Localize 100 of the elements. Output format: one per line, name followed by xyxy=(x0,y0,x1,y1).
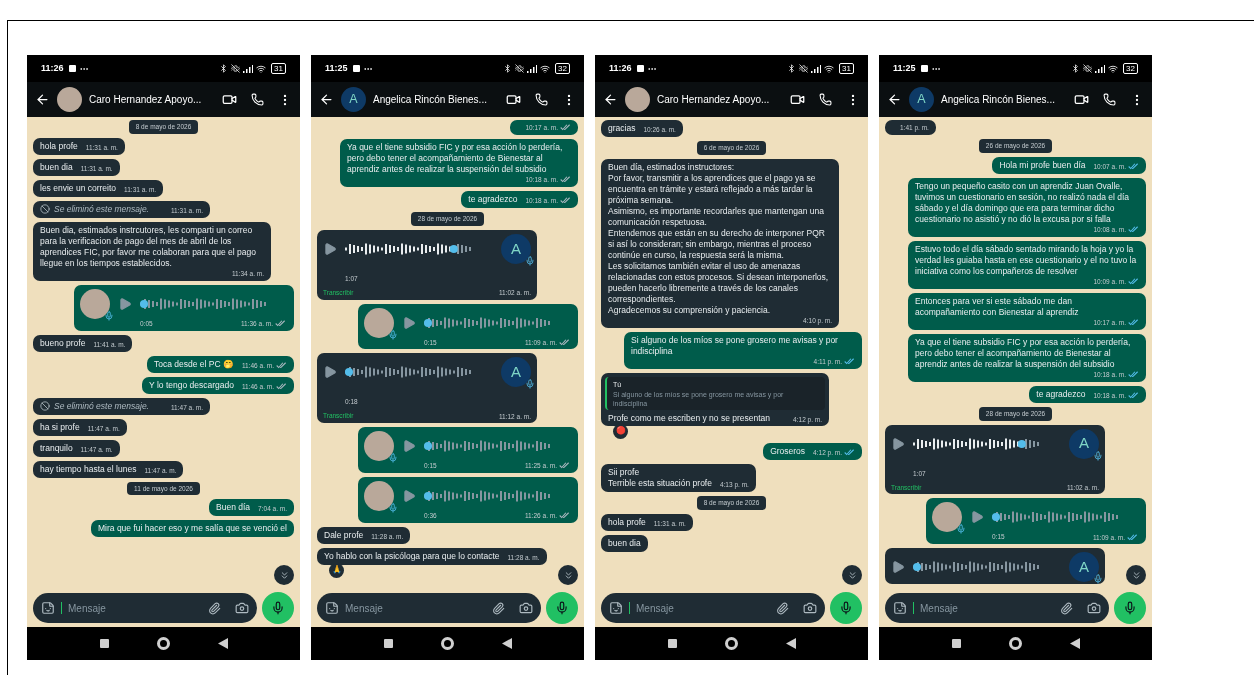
sticker-icon[interactable] xyxy=(325,601,339,615)
message-input[interactable]: Mensaje xyxy=(636,600,770,616)
composer-bar[interactable]: Mensaje xyxy=(33,593,257,623)
message-input[interactable]: Mensaje xyxy=(68,600,202,616)
vibrate-off-icon xyxy=(231,64,241,73)
camera-icon[interactable] xyxy=(1087,601,1101,615)
mic-icon xyxy=(104,310,114,321)
back-button[interactable] xyxy=(217,638,228,649)
message-bubble[interactable] xyxy=(908,177,1146,237)
playback-dot[interactable] xyxy=(1017,439,1026,448)
playback-dot[interactable] xyxy=(913,563,921,571)
play-icon[interactable] xyxy=(891,436,905,451)
status-time: 11:25 xyxy=(325,61,348,75)
recents-button[interactable] xyxy=(383,639,393,648)
composer-bar[interactable]: Mensaje xyxy=(317,593,541,623)
play-icon[interactable] xyxy=(402,488,416,503)
sticker-icon[interactable] xyxy=(41,601,55,615)
voice-record-button[interactable] xyxy=(1114,592,1146,624)
home-button[interactable] xyxy=(440,637,454,650)
signal-icon xyxy=(527,64,538,73)
contact-name[interactable]: Caro Hernandez Apoyo... xyxy=(89,92,202,107)
message-text: hay tiempo hasta el lunes xyxy=(40,463,137,475)
wifi-icon xyxy=(824,63,835,74)
mic-icon xyxy=(525,255,535,266)
playback-dot[interactable] xyxy=(345,368,353,377)
message-text: Estuvo todo el día sábado sentado mirando la hoja y yo la verdad les guiaba hasta en ese cuestionario y el no tuvo la iniciativa como los compañeros de resolver xyxy=(915,243,1138,277)
voice-record-button[interactable] xyxy=(830,592,862,624)
camera-icon[interactable] xyxy=(519,601,533,615)
phone-icon[interactable] xyxy=(251,93,264,106)
scroll-down-button[interactable] xyxy=(1126,565,1146,585)
battery-indicator: 31 xyxy=(839,63,854,74)
camera-icon[interactable] xyxy=(235,601,249,615)
playback-dot[interactable] xyxy=(424,442,432,450)
message-text: buen dia xyxy=(40,161,73,173)
message-text: Sii profe Terrible esta situación profe xyxy=(608,466,712,489)
phone-icon[interactable] xyxy=(819,93,832,106)
home-button[interactable] xyxy=(1008,637,1022,650)
phone-icon[interactable] xyxy=(1103,93,1116,106)
message-text: Dale profe xyxy=(324,529,364,541)
composer-bar[interactable]: Mensaje xyxy=(601,593,825,623)
recents-button[interactable] xyxy=(99,639,109,648)
message-bubble[interactable]: buen dia xyxy=(601,534,648,552)
avatar-letter: A xyxy=(341,87,366,112)
play-icon[interactable] xyxy=(402,315,416,330)
message-input[interactable]: Mensaje xyxy=(345,600,486,616)
video-call-icon[interactable] xyxy=(790,92,805,107)
message-text: Buen día xyxy=(216,502,251,514)
attach-icon[interactable] xyxy=(492,601,505,615)
playback-dot[interactable] xyxy=(424,491,432,500)
scroll-down-button[interactable] xyxy=(274,565,294,585)
play-icon[interactable] xyxy=(402,439,416,453)
attach-icon[interactable] xyxy=(208,601,221,615)
play-icon[interactable] xyxy=(323,241,337,256)
message-bubble[interactable] xyxy=(33,221,271,281)
scroll-down-button[interactable] xyxy=(842,565,862,585)
play-icon[interactable] xyxy=(118,296,132,311)
message-input[interactable]: Mensaje xyxy=(920,600,1054,616)
play-icon[interactable] xyxy=(970,510,984,525)
contact-name[interactable]: Angelica Rincón Bienes... xyxy=(941,92,1055,107)
battery-indicator: 31 xyxy=(271,63,286,74)
contact-name[interactable]: Caro Hernandez Apoyo... xyxy=(657,92,770,107)
voice-record-button[interactable] xyxy=(546,592,578,624)
attach-icon[interactable] xyxy=(1060,601,1073,615)
contact-name[interactable]: Angelica Rincón Bienes... xyxy=(373,92,487,107)
sticker-icon[interactable] xyxy=(893,601,907,615)
message-text: Se eliminó este mensaje. xyxy=(54,203,149,215)
video-call-icon[interactable] xyxy=(506,92,521,107)
mic-icon xyxy=(525,379,535,390)
message-text: bueno profe xyxy=(40,337,86,349)
home-button[interactable] xyxy=(156,637,170,650)
attach-icon[interactable] xyxy=(776,601,789,615)
home-button[interactable] xyxy=(724,637,738,650)
playback-dot[interactable] xyxy=(449,244,458,253)
message-text: Groseros xyxy=(770,445,806,457)
play-icon[interactable] xyxy=(323,365,337,380)
photo-placeholder xyxy=(625,87,650,112)
playback-dot[interactable] xyxy=(140,299,148,308)
playback-dot[interactable] xyxy=(424,318,432,327)
recents-button[interactable] xyxy=(951,639,961,648)
recents-button[interactable] xyxy=(667,639,677,648)
camera-icon[interactable] xyxy=(803,601,817,615)
back-button[interactable] xyxy=(1069,638,1080,649)
photo-placeholder xyxy=(57,87,82,112)
voice-message[interactable]: A xyxy=(885,548,1105,584)
back-button[interactable] xyxy=(501,638,512,649)
playback-dot[interactable] xyxy=(992,513,1000,522)
video-call-icon[interactable] xyxy=(222,92,237,107)
play-icon[interactable] xyxy=(891,560,905,574)
phone-icon[interactable] xyxy=(535,93,548,106)
bluetooth-icon xyxy=(503,64,513,73)
wifi-icon xyxy=(256,63,267,74)
voice-record-button[interactable] xyxy=(262,592,294,624)
scroll-down-button[interactable] xyxy=(558,565,578,585)
sticker-icon[interactable] xyxy=(609,601,623,615)
video-call-icon[interactable] xyxy=(1074,92,1089,107)
mic-icon xyxy=(839,601,853,615)
notification-icon xyxy=(920,65,928,72)
composer-bar[interactable]: Mensaje xyxy=(885,593,1109,623)
message-bubble[interactable]: Mira que fui hacer eso y me salía que se venció el xyxy=(91,520,294,538)
back-button[interactable] xyxy=(785,638,796,649)
